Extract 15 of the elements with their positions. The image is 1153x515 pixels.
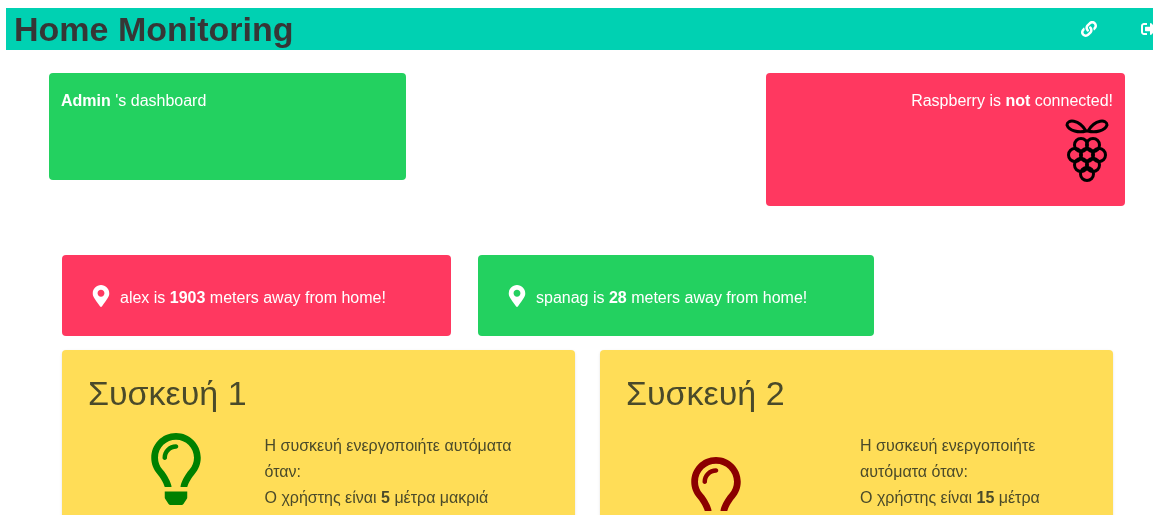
device-rule-text: Η συσκευή ενεργοποιήτε αυτόματα όταν:	[860, 435, 1037, 482]
link-icon[interactable]	[1081, 21, 1097, 37]
device-title: Συσκευή 2	[626, 373, 786, 414]
connection-status: Raspberry is not connected!	[911, 91, 1113, 111]
app-title: Home Monitoring	[14, 12, 294, 46]
map-pin-icon	[506, 284, 528, 307]
device-rule-text: Ο χρήστης είναι 15 μέτρα	[860, 487, 1041, 508]
distance-text: spanag is 28 meters away from home!	[536, 287, 808, 308]
dashboard-label: Admin 's dashboard	[61, 92, 207, 109]
device-title: Συσκευή 1	[88, 373, 248, 414]
device-rule-text: Ο χρήστης είναι 5 μέτρα μακριά	[264, 487, 490, 508]
distance-text: alex is 1903 meters away from home!	[120, 287, 386, 308]
device-rule-text: Η συσκευή ενεργοποιήτε αυτόματα όταν:	[264, 435, 513, 482]
map-pin-icon	[90, 284, 112, 307]
logout-icon[interactable]	[1141, 21, 1153, 37]
